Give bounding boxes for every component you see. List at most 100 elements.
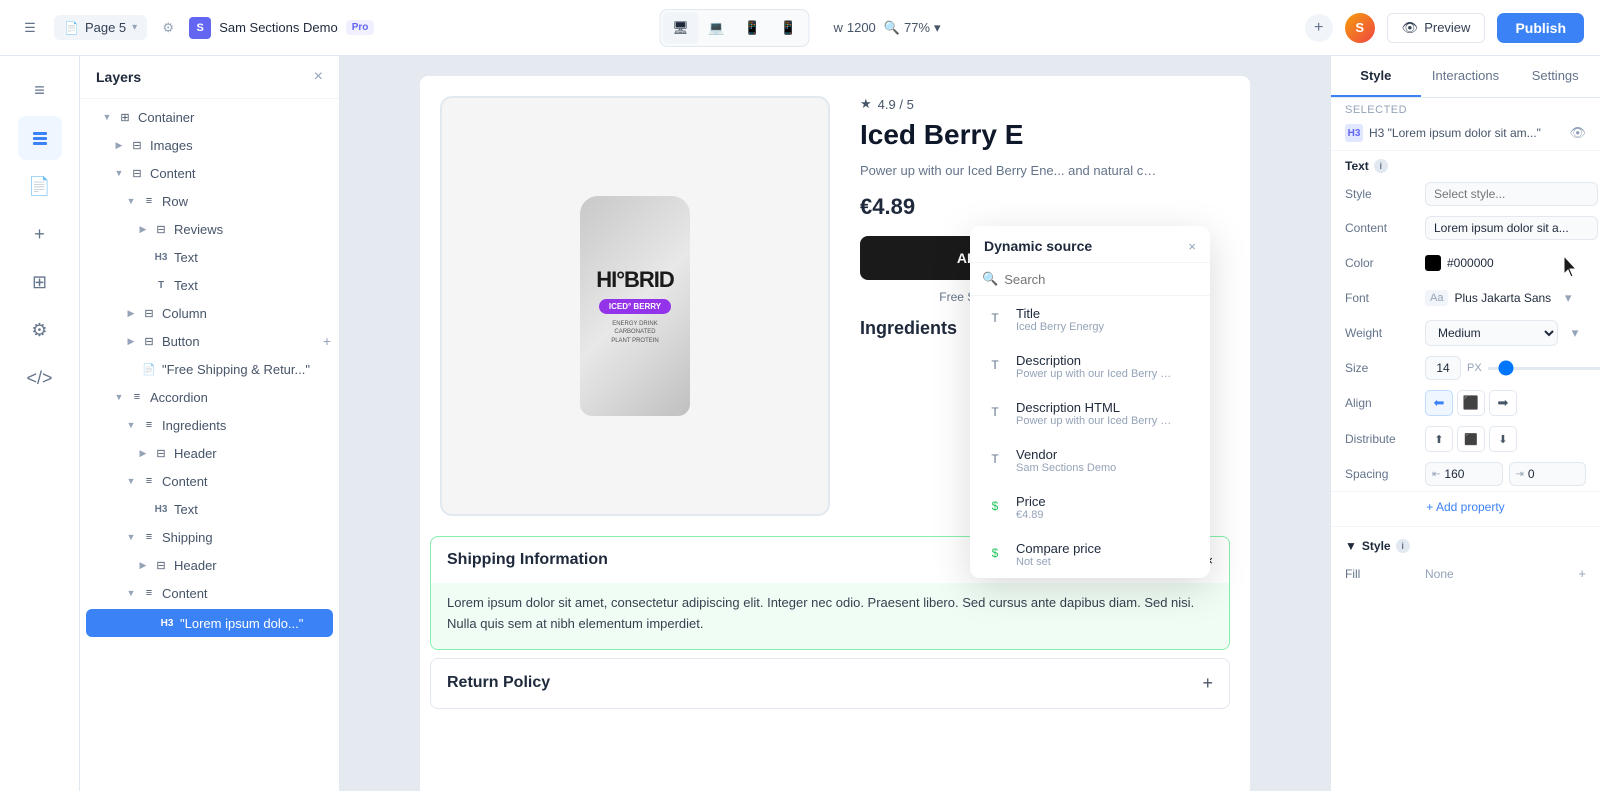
add-property-button[interactable]: + Add property: [1331, 491, 1600, 522]
layer-name: Header: [174, 446, 331, 461]
mobile-device-btn[interactable]: 📱: [770, 12, 806, 44]
dynamic-source-item-price[interactable]: $ Price €4.89: [970, 484, 1210, 531]
user-avatar[interactable]: S: [1345, 13, 1375, 43]
content-input[interactable]: [1425, 216, 1598, 240]
align-center-button[interactable]: ⬛: [1457, 390, 1485, 416]
dynamic-source-item-vendor[interactable]: T Vendor Sam Sections Demo: [970, 437, 1210, 484]
dynamic-source-close-icon[interactable]: ×: [1188, 239, 1196, 254]
layer-item[interactable]: ▼ ≡ Row: [80, 187, 339, 215]
style-input[interactable]: [1425, 182, 1598, 206]
spacing-left-value: 160: [1444, 467, 1464, 481]
rating-value: 4.9 / 5: [878, 97, 914, 112]
expand-icon: ▼: [112, 166, 126, 180]
laptop-device-btn[interactable]: 💻: [698, 12, 734, 44]
add-icon[interactable]: +: [1202, 673, 1213, 694]
dynamic-source-search-input[interactable]: [1004, 272, 1198, 287]
sidebar-icon-plus[interactable]: +: [18, 212, 62, 256]
sidebar-icon-settings[interactable]: ⚙: [18, 308, 62, 352]
tablet-device-btn[interactable]: 📱: [734, 12, 770, 44]
sidebar-icon-code[interactable]: </>: [18, 356, 62, 400]
sidebar-icon-pages[interactable]: 📄: [18, 164, 62, 208]
weight-select[interactable]: Medium Regular Bold SemiBold: [1425, 320, 1558, 346]
size-input[interactable]: [1425, 356, 1461, 380]
sidebar-icon-grid[interactable]: ⊞: [18, 260, 62, 304]
publish-button[interactable]: Publish: [1497, 13, 1584, 43]
align-left-button[interactable]: ⬅: [1425, 390, 1453, 416]
width-display: w 1200: [833, 20, 875, 35]
distribute-top-button[interactable]: ⬆: [1425, 426, 1453, 452]
layer-item[interactable]: H3 Text: [80, 243, 339, 271]
desktop-device-btn[interactable]: 🖥: [662, 12, 698, 44]
menu-icon[interactable]: ☰: [16, 14, 44, 42]
spacing-prop-label: Spacing: [1345, 467, 1425, 481]
distribute-center-button[interactable]: ⬛: [1457, 426, 1485, 452]
layer-item-selected[interactable]: H3 "Lorem ipsum dolo...": [86, 609, 333, 637]
page-tab[interactable]: 📄 Page 5 ▾: [54, 15, 147, 40]
product-name: Iced Berry E: [860, 120, 1230, 151]
ds-item-label: Title: [1016, 306, 1196, 321]
return-policy-item[interactable]: Return Policy +: [430, 658, 1230, 709]
ds-item-label: Description HTML: [1016, 400, 1196, 415]
distribute-prop-label: Distribute: [1345, 432, 1425, 446]
layer-item[interactable]: ▼ ⊞ Container: [80, 103, 339, 131]
preview-button[interactable]: 👁 Preview: [1387, 13, 1486, 43]
collapse-icon[interactable]: ▼: [1345, 539, 1357, 553]
layer-item[interactable]: ▶ ⊟ Column: [80, 299, 339, 327]
expand-icon: ▶: [136, 446, 150, 460]
add-button[interactable]: +: [1305, 14, 1333, 42]
dynamic-source-item-description-html[interactable]: T Description HTML Power up with our Ice…: [970, 390, 1210, 437]
star-icon: ★: [860, 96, 872, 112]
layer-item[interactable]: ▼ ≡ Ingredients: [80, 411, 339, 439]
layer-item[interactable]: T Text: [80, 271, 339, 299]
tab-interactions[interactable]: Interactions: [1421, 56, 1511, 97]
align-group: ⬅ ⬛ ➡: [1425, 390, 1586, 416]
ds-item-value: Power up with our Iced Berry Ener...: [1016, 368, 1176, 380]
size-slider[interactable]: [1488, 367, 1600, 370]
tab-style[interactable]: Style: [1331, 56, 1421, 97]
font-chevron-icon[interactable]: ▾: [1557, 287, 1579, 309]
expand-icon: ▼: [112, 390, 126, 404]
layer-item[interactable]: ▼ ≡ Content: [80, 467, 339, 495]
expand-icon: ▼: [124, 194, 138, 208]
visibility-icon[interactable]: 👁: [1569, 125, 1586, 141]
align-right-button[interactable]: ➡: [1489, 390, 1517, 416]
expand-icon: ▶: [124, 334, 138, 348]
layer-item[interactable]: ▼ ⊟ Content: [80, 159, 339, 187]
sidebar-icon-menu[interactable]: ≡: [18, 68, 62, 112]
layer-item[interactable]: ▶ ⊟ Header: [80, 439, 339, 467]
layer-item[interactable]: ▶ ⊟ Header: [80, 551, 339, 579]
selected-label: Selected: [1331, 98, 1600, 116]
distribute-bottom-button[interactable]: ⬇: [1489, 426, 1517, 452]
dynamic-source-item-description[interactable]: T Description Power up with our Iced Ber…: [970, 343, 1210, 390]
layer-item[interactable]: 📄 "Free Shipping & Retur...": [80, 355, 339, 383]
weight-chevron-icon[interactable]: ▾: [1564, 322, 1586, 344]
dynamic-source-item-title[interactable]: T Title Iced Berry Energy: [970, 296, 1210, 343]
layer-name: Text: [174, 502, 331, 517]
style-info-icon[interactable]: i: [1396, 539, 1410, 553]
ds-item-value: Iced Berry Energy: [1016, 321, 1176, 333]
layer-item[interactable]: ▶ ⊟ Button +: [80, 327, 339, 355]
layer-item[interactable]: ▼ ≡ Shipping: [80, 523, 339, 551]
layer-item[interactable]: ▼ ≡ Content: [80, 579, 339, 607]
font-name: Plus Jakarta Sans: [1454, 291, 1551, 305]
page-settings-icon[interactable]: ⚙: [157, 17, 179, 39]
canvas-area[interactable]: HI°BRID ICED° BERRY ENERGY DRINKCARBONAT…: [340, 56, 1330, 791]
layer-item[interactable]: ▶ ⊟ Reviews: [80, 215, 339, 243]
text-icon: T: [984, 401, 1006, 423]
layer-type-icon: ≡: [141, 193, 157, 209]
layers-close-icon[interactable]: ×: [314, 68, 323, 86]
dynamic-source-item-compare-price[interactable]: $ Compare price Not set: [970, 531, 1210, 578]
expand-icon: [136, 278, 150, 292]
fill-add-icon[interactable]: +: [1578, 566, 1586, 581]
layer-type-icon: ≡: [129, 389, 145, 405]
spacing-prop-row: Spacing ⇤ 160 ⇥ 0: [1331, 457, 1600, 491]
left-sidebar: ≡ 📄 + ⊞ ⚙ </>: [0, 56, 80, 791]
sidebar-icon-layers[interactable]: [18, 116, 62, 160]
tab-settings[interactable]: Settings: [1510, 56, 1600, 97]
layer-item[interactable]: ▼ ≡ Accordion: [80, 383, 339, 411]
return-policy-title: Return Policy: [447, 674, 550, 692]
layer-item[interactable]: H3 Text: [80, 495, 339, 523]
color-swatch[interactable]: [1425, 255, 1441, 271]
layer-item[interactable]: ▶ ⊟ Images: [80, 131, 339, 159]
info-icon[interactable]: i: [1374, 159, 1388, 173]
